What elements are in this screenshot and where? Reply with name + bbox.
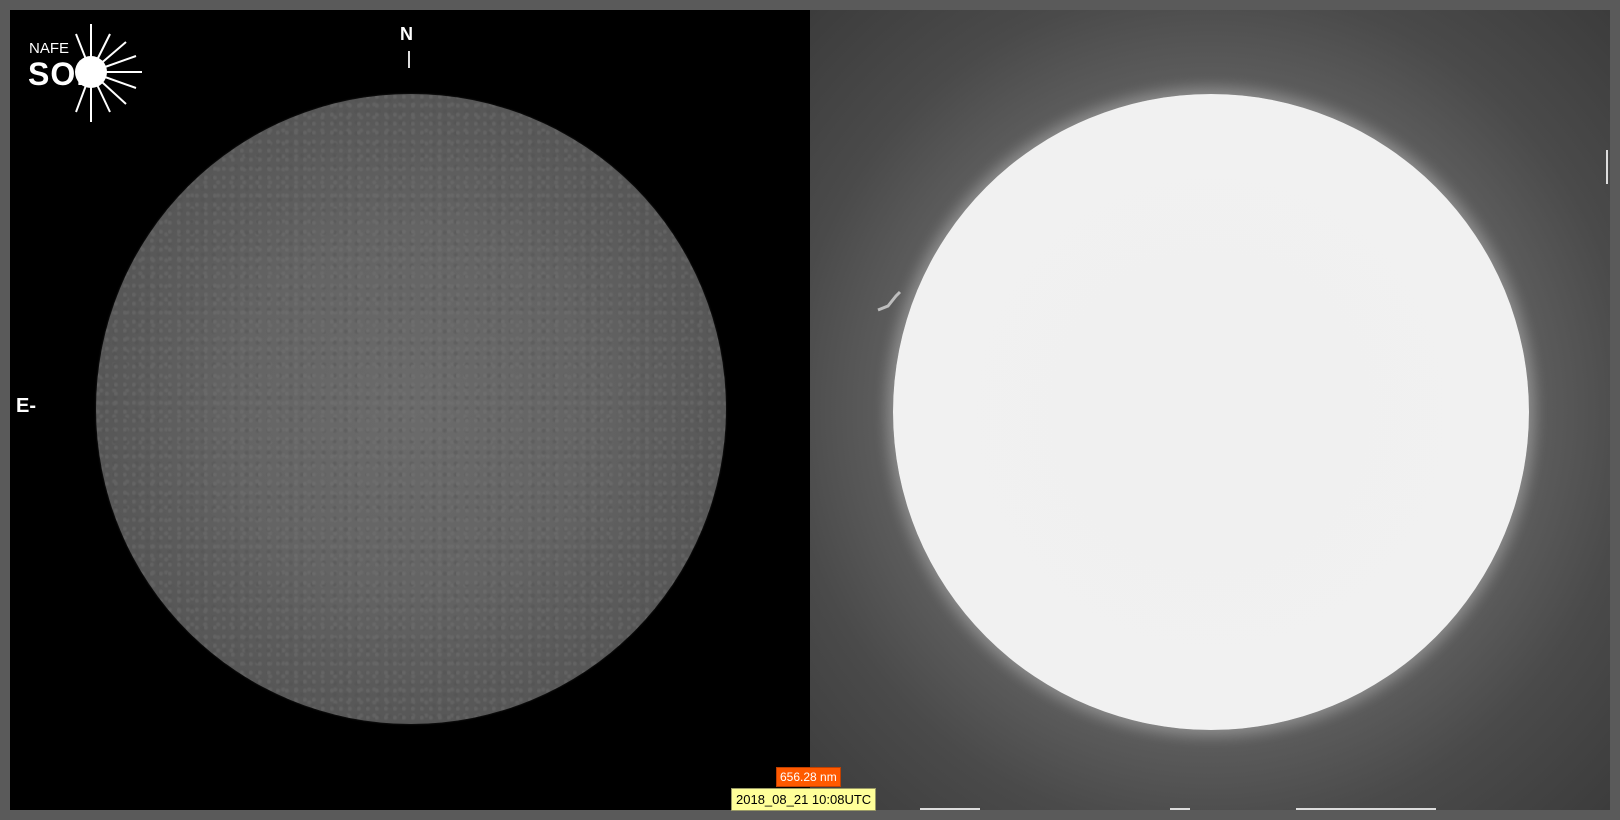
prominence-mark — [877, 290, 902, 312]
logo-nafe-text: NAFE — [29, 40, 70, 57]
right-solar-panel — [810, 10, 1610, 810]
solar-disk-left — [96, 94, 726, 724]
solar-disk-right — [893, 94, 1529, 730]
left-solar-panel: NAFE SOP N E- — [10, 10, 810, 810]
wavelength-badge: 656.28 nm — [776, 767, 841, 787]
north-label: N — [400, 24, 413, 44]
bottom-mark — [1170, 808, 1190, 810]
bottom-mark — [920, 808, 980, 810]
logo-sop-text: SOP — [28, 56, 99, 92]
edge-mark — [1606, 150, 1608, 184]
chromosphere-texture — [96, 94, 726, 724]
nafe-sop-logo: NAFE SOP — [20, 24, 150, 124]
timestamp-badge: 2018_08_21 10:08UTC — [731, 788, 877, 811]
north-tick — [408, 51, 410, 68]
bottom-mark — [1296, 808, 1436, 810]
east-label: E- — [16, 395, 36, 417]
image-frame: NAFE SOP N E- 656.28 nm 2018_08_21 10:08… — [0, 0, 1620, 820]
